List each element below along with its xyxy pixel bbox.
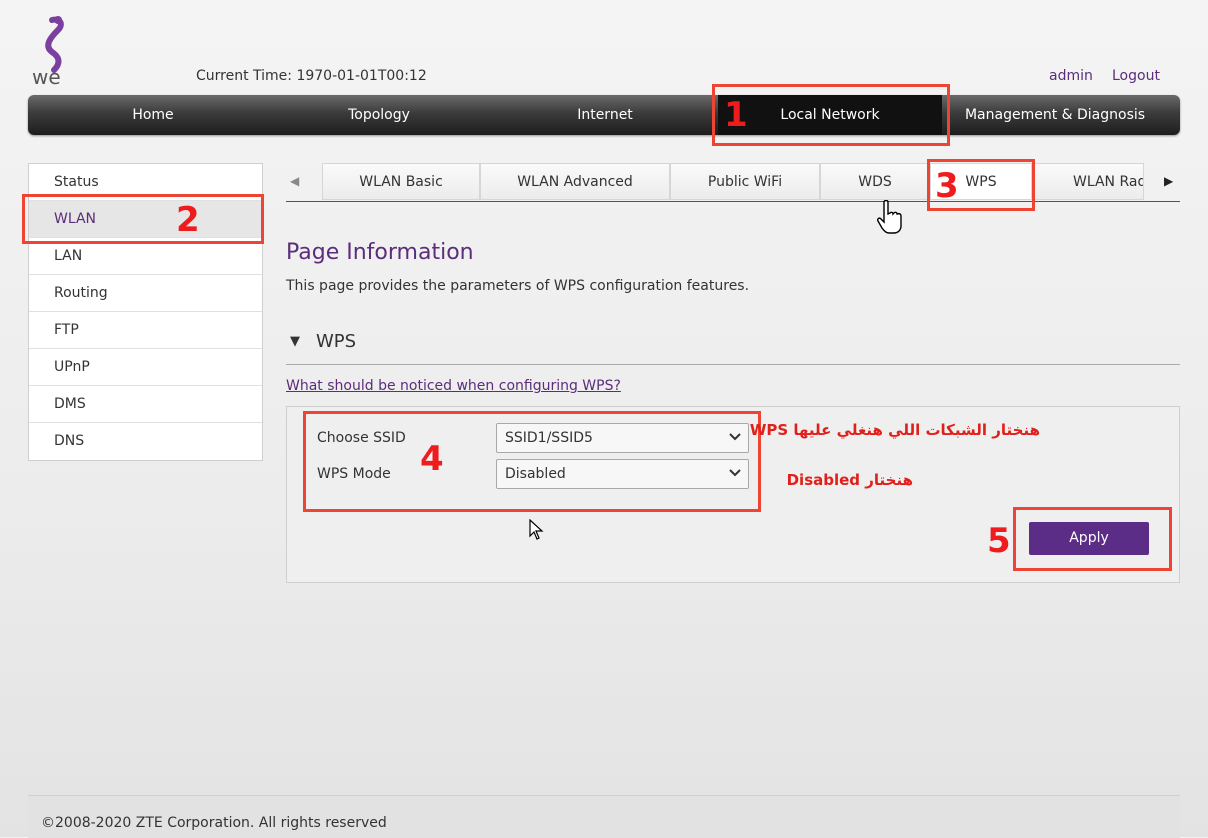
tab-wlan-advanced[interactable]: WLAN Advanced: [480, 163, 670, 200]
svg-text:we: we: [32, 65, 61, 88]
logout-link[interactable]: Logout: [1112, 68, 1160, 84]
nav-internet[interactable]: Internet: [492, 95, 718, 135]
main-nav: Home Topology Internet Local Network Man…: [28, 95, 1180, 135]
annotation-box-wlan: [22, 194, 264, 244]
page-description: This page provides the parameters of WPS…: [286, 278, 750, 294]
annotation-box-apply: [1013, 507, 1172, 571]
sidebar-item-ftp[interactable]: FTP: [29, 312, 262, 349]
tab-wds[interactable]: WDS: [820, 163, 930, 200]
hand-cursor-icon: [877, 200, 902, 234]
tab-scroll-right-icon[interactable]: ▶: [1164, 163, 1173, 200]
tab-wlan-basic[interactable]: WLAN Basic: [322, 163, 480, 200]
sidebar-item-upnp[interactable]: UPnP: [29, 349, 262, 386]
footer: ©2008-2020 ZTE Corporation. All rights r…: [28, 795, 1180, 838]
tab-scroll-left-icon[interactable]: ◀: [290, 163, 299, 200]
we-logo: we: [30, 14, 84, 89]
user-name: admin: [1049, 68, 1093, 84]
annotation-number-3: 3: [935, 166, 959, 206]
annotation-box-local-network: [712, 84, 950, 146]
tab-wlan-radio[interactable]: WLAN Rad: [1032, 163, 1144, 200]
nav-home[interactable]: Home: [28, 95, 278, 135]
annotation-number-2: 2: [176, 200, 200, 240]
tab-strip: ◀ WLAN Basic WLAN Advanced Public WiFi W…: [286, 163, 1180, 202]
sidebar-item-dms[interactable]: DMS: [29, 386, 262, 423]
annotation-number-1: 1: [724, 95, 748, 135]
nav-management-diagnosis[interactable]: Management & Diagnosis: [942, 95, 1168, 135]
nav-topology[interactable]: Topology: [266, 95, 492, 135]
annotation-note-ssid: هنختار الشبكات اللي هنغلي عليها WPS: [749, 421, 1040, 439]
tab-public-wifi[interactable]: Public WiFi: [670, 163, 820, 200]
copyright-text: ©2008-2020 ZTE Corporation. All rights r…: [41, 815, 387, 831]
annotation-box-form: [303, 411, 761, 512]
current-time: Current Time: 1970-01-01T00:12: [196, 68, 427, 84]
wps-section-header[interactable]: ▼ WPS: [286, 331, 1180, 365]
wps-help-link[interactable]: What should be noticed when configuring …: [286, 378, 621, 394]
annotation-number-4: 4: [420, 439, 444, 479]
collapse-triangle-icon: ▼: [290, 334, 300, 349]
page-title: Page Information: [286, 240, 474, 265]
arrow-cursor-icon: [529, 519, 544, 540]
sidebar-item-dns[interactable]: DNS: [29, 423, 262, 460]
annotation-number-5: 5: [987, 521, 1011, 561]
section-title: WPS: [316, 331, 357, 352]
sidebar-item-routing[interactable]: Routing: [29, 275, 262, 312]
annotation-note-mode: هنختار Disabled: [786, 471, 913, 489]
